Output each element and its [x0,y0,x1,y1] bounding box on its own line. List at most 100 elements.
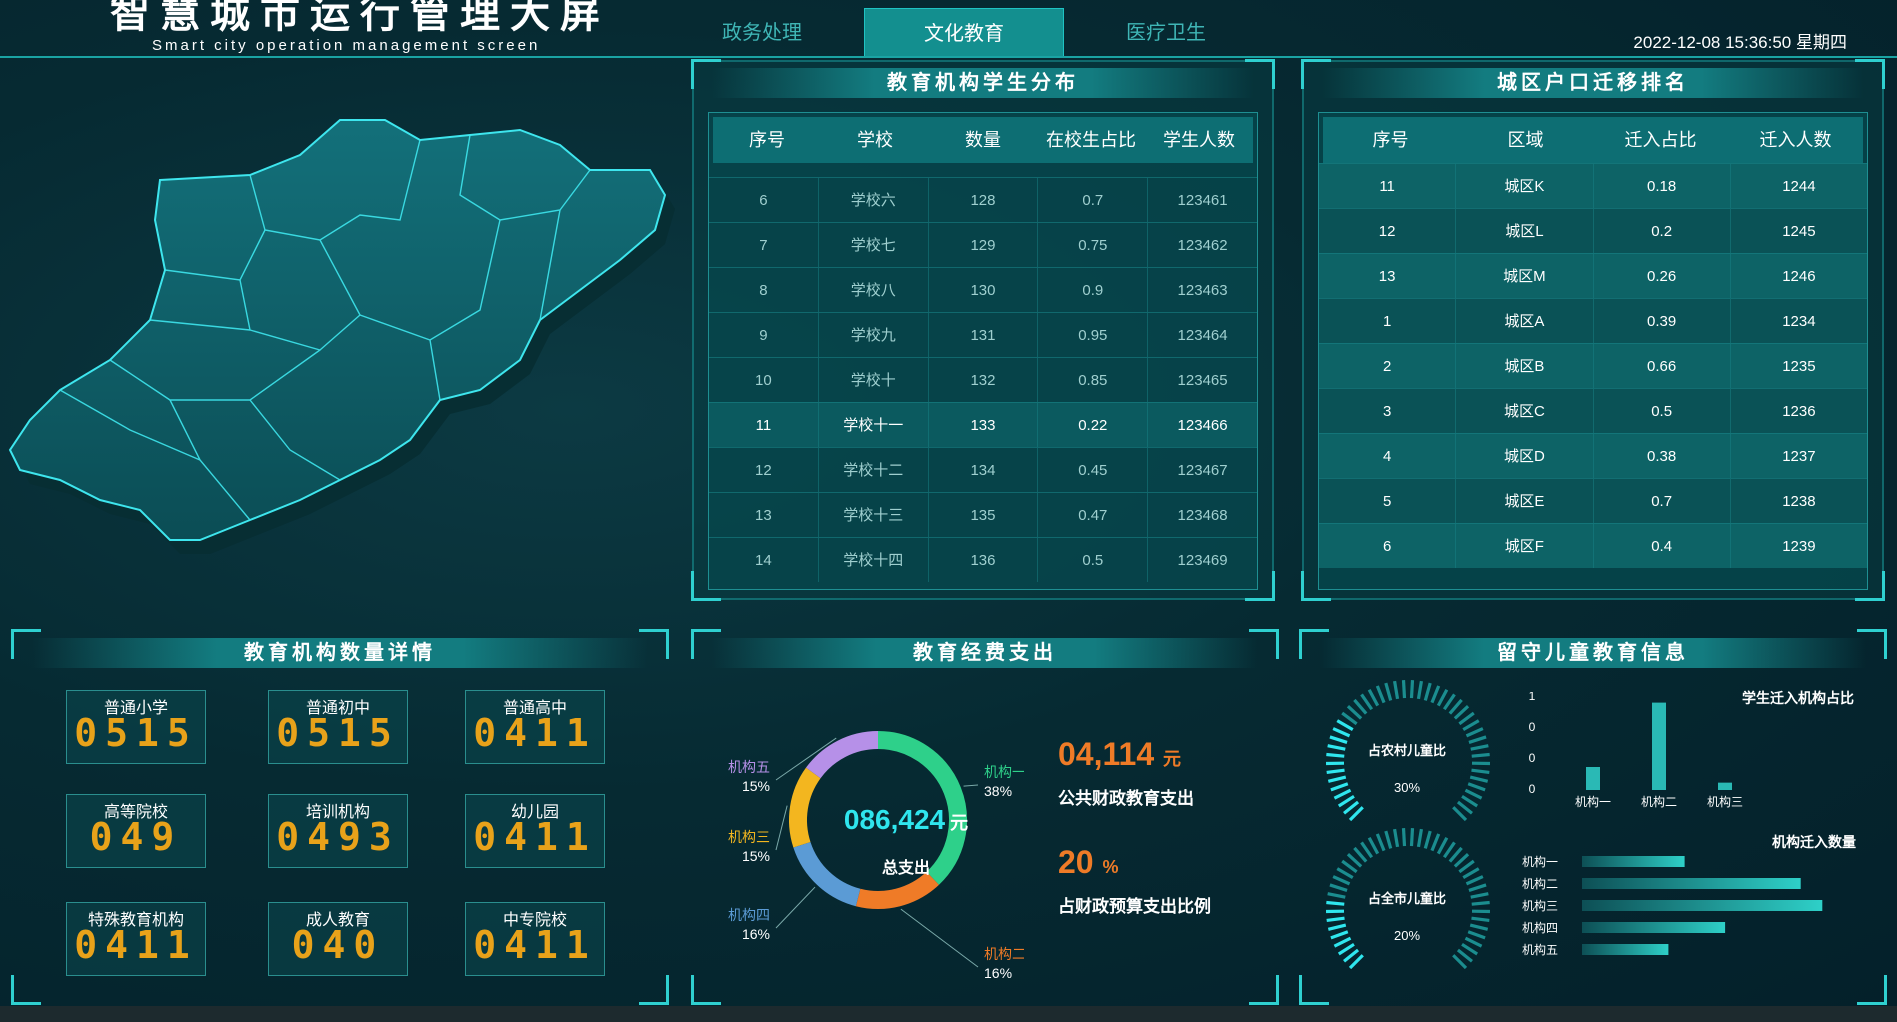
gauge-tick [1456,948,1473,963]
column-header[interactable]: 学校 [821,117,929,163]
gauge-tick [1442,693,1456,711]
gauge-tick [1423,830,1432,849]
page-title: 智慧城市运行管理大屏 [110,0,610,37]
gauge-tick [1375,685,1386,704]
table-cell: 13 [755,507,772,524]
institution-counter[interactable]: 培训机构 0493 [268,794,408,868]
bar[interactable] [1718,782,1732,790]
institution-counter[interactable]: 普通高中 0411 [465,690,605,764]
column-header[interactable]: 迁入占比 [1593,117,1728,163]
school-panel-title: 教育机构学生分布 [712,68,1254,98]
institution-counter[interactable]: 高等院校 049 [66,794,206,868]
tab-culture-education[interactable]: 文化教育 [864,8,1064,56]
bar[interactable] [1582,944,1669,955]
table-cell: 0.75 [1037,223,1147,267]
institution-counter[interactable]: 成人教育 040 [268,902,408,976]
institution-counter[interactable]: 中专院校 0411 [465,902,605,976]
table-cell: 0.7 [1592,479,1730,523]
table-cell: 131 [927,313,1038,357]
table-cell: 9 [759,327,768,344]
table-row[interactable]: 13 学校十三 135 0.47 123468 [709,492,1257,537]
table-row[interactable]: 13 城区M 0.26 1246 [1319,253,1867,298]
table-cell: 123465 [1147,358,1257,402]
gauge-tick [1465,875,1484,886]
table-cell: 12 [755,462,772,479]
gauge-tick [1442,841,1456,859]
table-cell: 1235 [1729,344,1867,388]
map-outline[interactable] [8,119,667,541]
donut-slice[interactable] [855,871,939,909]
table-row[interactable]: 10 学校十 132 0.85 123465 [709,357,1257,402]
table-cell: 134 [927,448,1038,492]
table-row[interactable]: 3 城区C 0.5 1236 [1319,388,1867,433]
gauge1-value: 30% [1393,780,1421,795]
table-cell: 0.2 [1592,209,1730,253]
table-cell: 123469 [1147,538,1257,582]
column-header[interactable]: 数量 [929,117,1037,163]
table-row[interactable]: 8 学校八 130 0.9 123463 [709,267,1257,312]
donut-slice[interactable] [806,731,879,779]
table-row[interactable]: 12 学校十二 134 0.45 123467 [709,447,1257,492]
gauge-tick [1360,693,1374,711]
table-cell: 0.66 [1592,344,1730,388]
region-map[interactable] [0,100,680,580]
table-cell: 1246 [1729,254,1867,298]
table-row[interactable]: 11 城区K 0.18 1244 [1319,163,1867,208]
gauge-tick [1326,768,1345,775]
gauge-tick [1348,806,1364,822]
table-cell: 10 [755,372,772,389]
column-header[interactable]: 迁入人数 [1728,117,1863,163]
school-table-body: 6 学校六 128 0.7 123461 7 学校七 129 0.75 123462 8 学校八 130… [709,177,1257,582]
gauge-tick [1409,828,1415,847]
table-row[interactable]: 7 学校七 129 0.75 123462 [709,222,1257,267]
x-tick-label: 机构三 [1707,794,1743,809]
column-header[interactable]: 在校生占比 [1037,117,1145,163]
x-tick-label: 机构二 [1641,794,1677,809]
table-cell: 0.5 [1037,538,1147,582]
bar[interactable] [1582,922,1726,933]
institution-counter[interactable]: 普通初中 0515 [268,690,408,764]
gauge-tick [1456,800,1473,815]
institution-counter[interactable]: 幼儿园 0411 [465,794,605,868]
bar[interactable] [1582,878,1801,889]
column-header[interactable]: 序号 [1323,117,1458,163]
table-row[interactable]: 6 城区F 0.4 1239 [1319,523,1867,568]
column-header[interactable]: 区域 [1458,117,1593,163]
table-cell: 123461 [1147,178,1257,222]
bar[interactable] [1586,767,1600,790]
institution-panel-title: 教育机构数量详情 [32,638,648,668]
institution-counter[interactable]: 普通小学 0515 [66,690,206,764]
table-row[interactable]: 6 学校六 128 0.7 123461 [709,177,1257,222]
gauge-tick [1393,828,1400,848]
migration-share-bar-chart[interactable]: 1000机构一机构二机构三机构四 [1522,692,1762,812]
table-row[interactable]: 9 学校九 131 0.95 123464 [709,312,1257,357]
institution-counter[interactable]: 特殊教育机构 0411 [66,902,206,976]
bar[interactable] [1652,702,1666,790]
table-row[interactable]: 14 学校十四 136 0.5 123469 [709,537,1257,582]
gauge-tick [1448,846,1463,863]
table-row[interactable]: 1 城区A 0.39 1234 [1319,298,1867,343]
slice-label: 机构一 [984,764,1024,780]
table-row[interactable]: 5 城区E 0.7 1238 [1319,478,1867,523]
tab-medical[interactable]: 医疗卫生 [1066,8,1266,56]
slice-percent: 15% [742,848,770,864]
gauge-tick [1458,711,1475,726]
table-cell: 城区M [1455,254,1592,298]
table-cell: 132 [927,358,1038,402]
y-category-label: 机构四 [1522,920,1558,935]
table-row[interactable]: 12 城区L 0.2 1245 [1319,208,1867,253]
column-header[interactable]: 序号 [713,117,821,163]
table-cell: 13 [1378,268,1396,285]
table-row[interactable]: 2 城区B 0.66 1235 [1319,343,1867,388]
bar[interactable] [1582,900,1823,911]
table-cell: 城区B [1455,344,1592,388]
tab-gov[interactable]: 政务处理 [662,8,862,56]
migration-table-header: 序号 区域 迁入占比 迁入人数 [1323,117,1863,163]
bar[interactable] [1582,856,1685,867]
table-row[interactable]: 4 城区D 0.38 1237 [1319,433,1867,478]
table-row[interactable]: 11 学校十一 133 0.22 123466 [709,402,1257,447]
migration-count-bar-chart[interactable]: 机构一机构二机构三机构四机构五 [1522,850,1852,960]
gauge-tick [1353,846,1368,863]
migration-table-body: 11 城区K 0.18 1244 12 城区L 0.2 1245 13 城区M 0.26 1246 1 城… [1319,163,1867,568]
column-header[interactable]: 学生人数 [1145,117,1253,163]
